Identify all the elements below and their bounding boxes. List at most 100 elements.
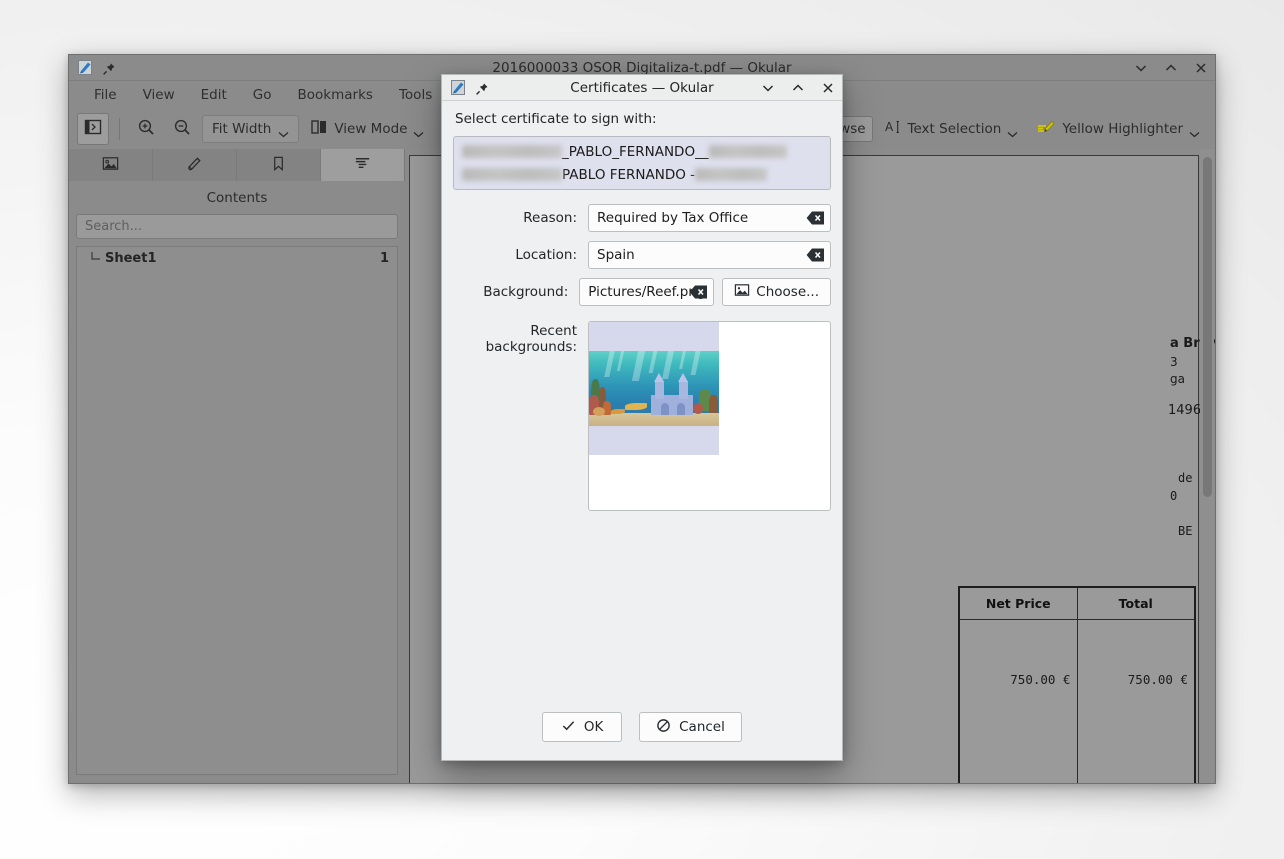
toggle-sidebar-button[interactable]: [77, 113, 109, 145]
menu-view[interactable]: View: [130, 83, 188, 107]
choose-background-button[interactable]: Choose...: [722, 278, 831, 306]
redacted-cert-prefix: [462, 168, 562, 181]
menu-edit[interactable]: Edit: [188, 83, 240, 107]
certificate-list-item[interactable]: PABLO FERNANDO -: [456, 163, 828, 186]
certificate-list[interactable]: _PABLO_FERNANDO__ PABLO FERNANDO -: [453, 136, 831, 190]
invoice-table-header: Net Price Total: [960, 588, 1194, 620]
reason-label: Reason:: [453, 210, 588, 226]
clear-text-icon[interactable]: [806, 248, 825, 263]
certificate-list-item[interactable]: _PABLO_FERNANDO__: [456, 140, 828, 163]
dialog-body: Select certificate to sign with: _PABLO_…: [442, 101, 842, 698]
invoice-table-row: 750.00 € 750.00 €: [960, 620, 1194, 783]
close-button[interactable]: [1193, 60, 1209, 76]
sidebar-tabs: [69, 149, 405, 181]
sidebar-search-wrapper: [69, 214, 405, 246]
sidebar: Contents Sheet1 1: [69, 149, 405, 783]
recent-backgrounds-label: Recent backgrounds:: [453, 321, 588, 511]
zoom-mode-combobox[interactable]: Fit Width: [202, 115, 299, 143]
menu-go[interactable]: Go: [240, 83, 285, 107]
certificate-prompt: Select certificate to sign with:: [455, 111, 831, 127]
redacted-cert-prefix: [462, 145, 562, 158]
image-icon: [734, 282, 750, 302]
invoice-header-total: Total: [1077, 588, 1195, 619]
tree-branch-icon: [89, 251, 103, 265]
text-cursor-icon: A: [884, 118, 902, 140]
location-value: Spain: [597, 247, 635, 263]
reason-row: Reason: Required by Tax Office: [453, 204, 831, 232]
show-sidebar-icon: [84, 118, 102, 140]
vertical-scrollbar[interactable]: [1200, 149, 1214, 783]
certificates-dialog: Certificates — Okular Select certificate…: [441, 74, 843, 761]
highlighter-button[interactable]: Yellow Highlighter: [1029, 113, 1207, 145]
zoom-out-button[interactable]: [166, 113, 198, 145]
cancel-button-label: Cancel: [679, 719, 725, 735]
menu-file[interactable]: File: [81, 83, 130, 107]
location-row: Location: Spain: [453, 241, 831, 269]
sidebar-tab-thumbnails[interactable]: [69, 149, 153, 181]
clear-text-icon[interactable]: [806, 211, 825, 226]
okular-icon: [77, 59, 94, 76]
background-input[interactable]: Pictures/Reef.png: [579, 278, 714, 306]
ok-button[interactable]: OK: [542, 712, 622, 742]
search-input[interactable]: [76, 214, 398, 239]
highlighter-label: Yellow Highlighter: [1062, 121, 1183, 137]
sidebar-tab-bookmarks[interactable]: [237, 149, 321, 181]
dialog-maximize-button[interactable]: [790, 80, 806, 96]
invoice-table: Net Price Total 750.00 € 750.00 € TOTAL …: [958, 586, 1196, 783]
clear-text-icon[interactable]: [689, 285, 708, 300]
minimize-button[interactable]: [1133, 60, 1149, 76]
pin-icon[interactable]: [102, 61, 116, 75]
maximize-button[interactable]: [1163, 60, 1179, 76]
invoice-header-net-price: Net Price: [960, 588, 1077, 619]
chevron-down-icon: [1189, 126, 1200, 133]
background-label: Background:: [453, 284, 579, 300]
view-mode-button[interactable]: View Mode: [303, 113, 431, 145]
highlighter-icon: [1036, 118, 1056, 140]
toc-item-sheet1[interactable]: Sheet1 1: [77, 247, 397, 269]
svg-text:A: A: [885, 120, 894, 134]
contents-tree[interactable]: Sheet1 1: [76, 246, 398, 775]
text-selection-button[interactable]: A Text Selection: [877, 113, 1026, 145]
reef-thumbnail-image: [589, 351, 719, 426]
ok-button-label: OK: [584, 719, 603, 735]
bookmark-icon: [269, 154, 288, 177]
chevron-down-icon: [413, 126, 424, 133]
dialog-footer: OK Cancel: [442, 698, 842, 760]
prohibition-icon: [656, 718, 671, 737]
redacted-cert-suffix: [695, 168, 767, 181]
invoice-cell-net-price: 750.00 €: [960, 620, 1077, 783]
view-mode-label: View Mode: [334, 121, 407, 137]
menu-bookmarks[interactable]: Bookmarks: [285, 83, 386, 107]
chevron-down-icon: [278, 126, 289, 133]
reason-input[interactable]: Required by Tax Office: [588, 204, 831, 232]
background-value: Pictures/Reef.png: [588, 284, 705, 300]
menu-tools[interactable]: Tools: [386, 83, 445, 107]
sidebar-tab-annotations[interactable]: [153, 149, 237, 181]
toc-item-page: 1: [380, 251, 389, 266]
certificate-label: _PABLO_FERNANDO__: [562, 144, 709, 160]
contents-icon: [353, 154, 372, 177]
dialog-minimize-button[interactable]: [760, 80, 776, 96]
recent-backgrounds-row: Recent backgrounds:: [453, 321, 831, 511]
pencil-icon: [185, 154, 204, 177]
location-input[interactable]: Spain: [588, 241, 831, 269]
sidebar-title: Contents: [69, 181, 405, 214]
doc-fragment-iban-prefix: BE: [1178, 524, 1192, 538]
text-selection-label: Text Selection: [908, 121, 1002, 137]
doc-fragment-1: 3: [1170, 355, 1178, 369]
recent-backgrounds-list[interactable]: [588, 321, 831, 511]
chevron-down-icon: [1007, 126, 1018, 133]
scrollbar-thumb[interactable]: [1203, 157, 1212, 497]
reef-background-thumbnail[interactable]: [589, 322, 719, 455]
choose-button-label: Choose...: [756, 284, 819, 300]
background-row: Background: Pictures/Reef.png: [453, 278, 831, 306]
pin-icon[interactable]: [475, 81, 489, 95]
dialog-close-button[interactable]: [820, 80, 836, 96]
reason-value: Required by Tax Office: [597, 210, 748, 226]
cancel-button[interactable]: Cancel: [639, 712, 742, 742]
doc-fragment-5: 0: [1170, 489, 1177, 503]
sidebar-tab-contents[interactable]: [321, 149, 405, 181]
zoom-in-icon: [137, 118, 155, 140]
zoom-in-button[interactable]: [130, 113, 162, 145]
zoom-out-icon: [173, 118, 191, 140]
